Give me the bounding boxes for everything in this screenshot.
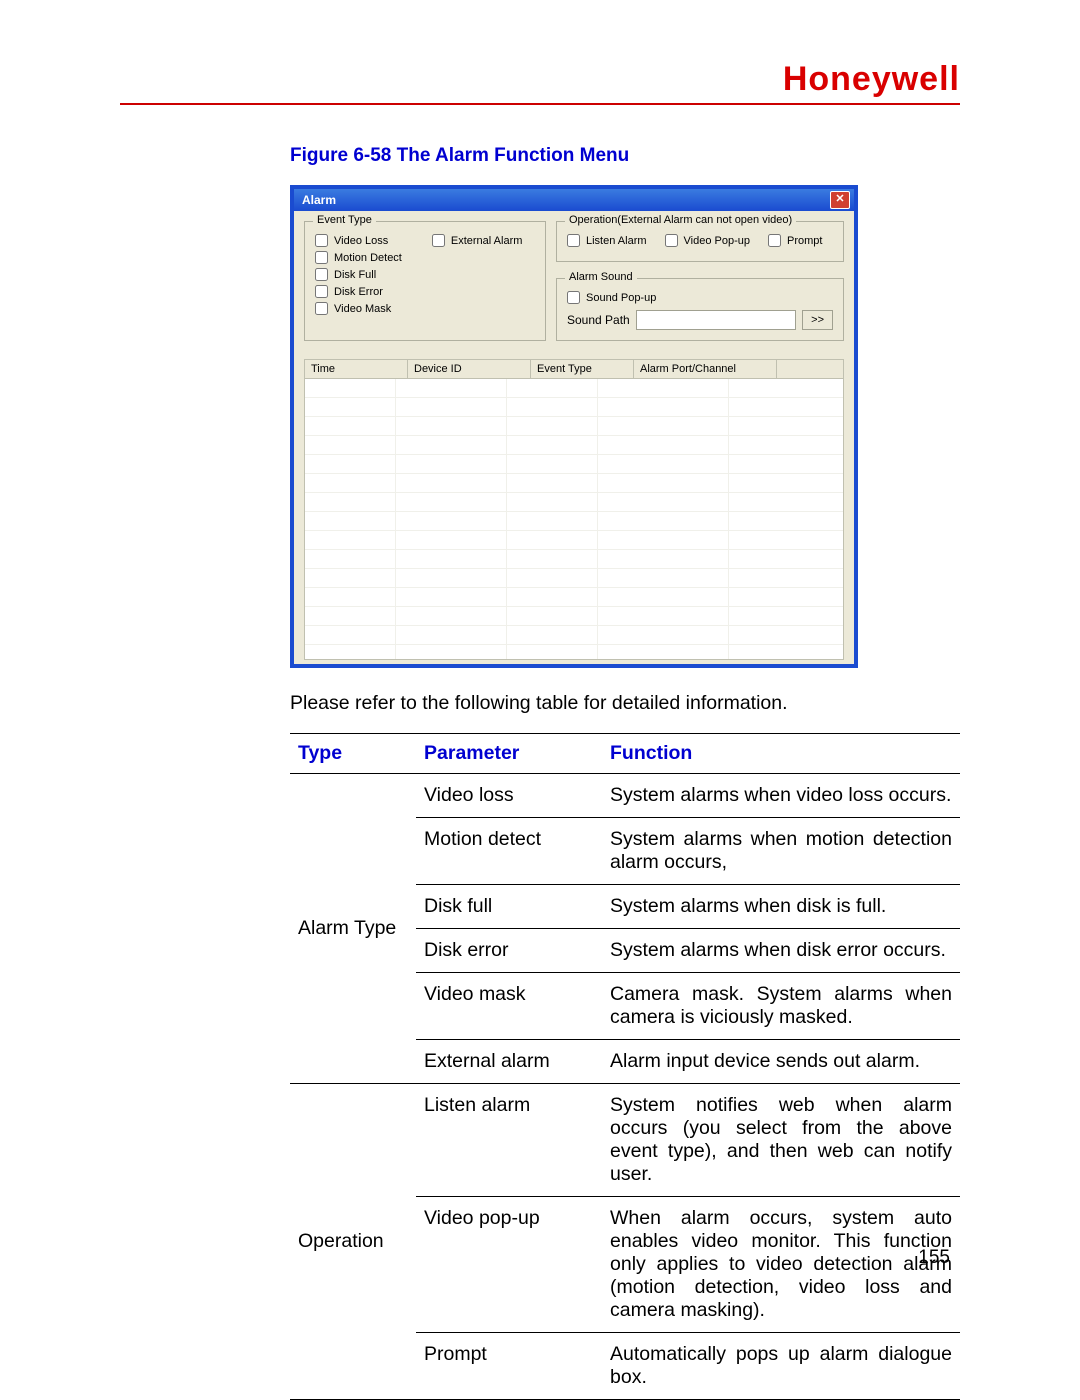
param-cell: Video pop-up (416, 1197, 602, 1333)
alarm-dialog: Alarm ✕ Event Type Video Loss Motion Det… (290, 185, 858, 668)
checkbox-sound-popup[interactable]: Sound Pop-up (567, 291, 833, 304)
func-cell: Camera mask. System alarms when camera i… (602, 973, 960, 1040)
col-event-type[interactable]: Event Type (531, 360, 634, 378)
param-cell: Video mask (416, 973, 602, 1040)
page-number: 155 (918, 1247, 950, 1269)
event-type-group: Event Type Video Loss Motion Detect Disk… (304, 221, 546, 341)
col-device-id[interactable]: Device ID (408, 360, 531, 378)
checkbox-video-loss[interactable]: Video Loss (315, 234, 402, 247)
group-label: Operation(External Alarm can not open vi… (565, 214, 796, 226)
sound-path-label: Sound Path (567, 313, 630, 327)
table-intro-text: Please refer to the following table for … (290, 692, 960, 715)
param-cell: Disk error (416, 929, 602, 973)
func-cell: Automatically pops up alarm dialogue box… (602, 1333, 960, 1400)
checkbox-external-alarm[interactable]: External Alarm (432, 234, 523, 247)
func-cell: System alarms when video loss occurs. (602, 774, 960, 818)
param-cell: External alarm (416, 1040, 602, 1084)
th-type: Type (290, 734, 416, 774)
checkbox-motion-detect[interactable]: Motion Detect (315, 251, 402, 264)
dialog-titlebar: Alarm ✕ (294, 189, 854, 211)
func-cell: System alarms when disk is full. (602, 885, 960, 929)
type-cell: Alarm Type (290, 774, 416, 1084)
param-cell: Listen alarm (416, 1084, 602, 1197)
checkbox-video-mask[interactable]: Video Mask (315, 302, 402, 315)
group-label: Alarm Sound (565, 271, 637, 283)
param-cell: Prompt (416, 1333, 602, 1400)
checkbox-listen-alarm[interactable]: Listen Alarm (567, 234, 647, 247)
col-alarm-port[interactable]: Alarm Port/Channel (634, 360, 777, 378)
parameter-table: Type Parameter Function Alarm TypeVideo … (290, 733, 960, 1400)
brand-logo: Honeywell (783, 60, 960, 99)
sound-path-input[interactable] (636, 310, 796, 330)
figure-caption: Figure 6-58 The Alarm Function Menu (290, 145, 960, 167)
th-param: Parameter (416, 734, 602, 774)
alarm-sound-group: Alarm Sound Sound Pop-up Sound Path >> (556, 278, 844, 341)
func-cell: Alarm input device sends out alarm. (602, 1040, 960, 1084)
dialog-title: Alarm (302, 193, 336, 207)
param-cell: Video loss (416, 774, 602, 818)
func-cell: System alarms when disk error occurs. (602, 929, 960, 973)
group-label: Event Type (313, 214, 376, 226)
func-cell: System notifies web when alarm occurs (y… (602, 1084, 960, 1197)
param-cell: Disk full (416, 885, 602, 929)
close-icon[interactable]: ✕ (830, 191, 850, 209)
func-cell: System alarms when motion detection alar… (602, 818, 960, 885)
checkbox-disk-error[interactable]: Disk Error (315, 285, 402, 298)
type-cell: Operation (290, 1084, 416, 1400)
func-cell: When alarm occurs, system auto enables v… (602, 1197, 960, 1333)
alarm-log-grid: Time Device ID Event Type Alarm Port/Cha… (304, 359, 844, 660)
checkbox-video-popup[interactable]: Video Pop-up (665, 234, 750, 247)
col-time[interactable]: Time (305, 360, 408, 378)
param-cell: Motion detect (416, 818, 602, 885)
browse-button[interactable]: >> (802, 310, 833, 330)
operation-group: Operation(External Alarm can not open vi… (556, 221, 844, 262)
checkbox-disk-full[interactable]: Disk Full (315, 268, 402, 281)
th-func: Function (602, 734, 960, 774)
checkbox-prompt[interactable]: Prompt (768, 234, 822, 247)
